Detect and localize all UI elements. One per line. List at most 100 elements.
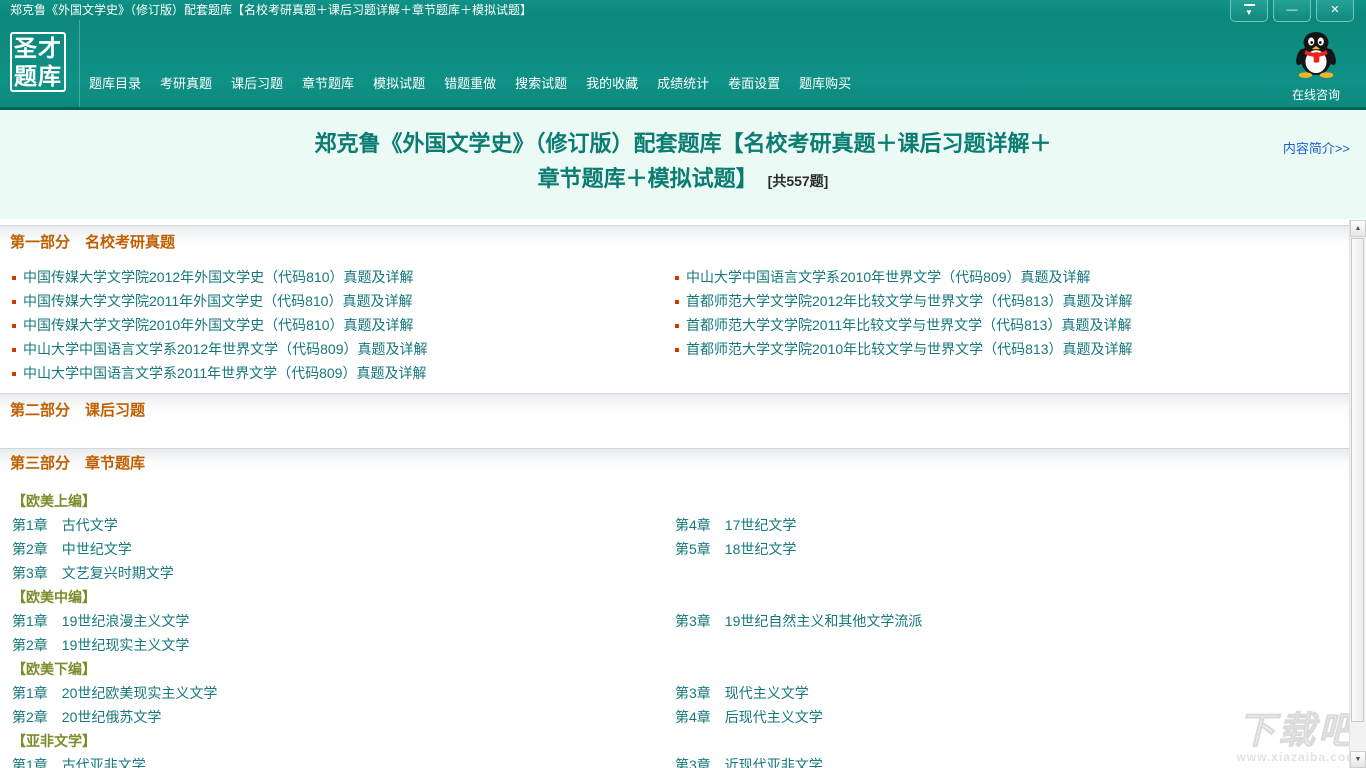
- vertical-scrollbar[interactable]: ▲ ▼: [1349, 220, 1366, 768]
- nav-item[interactable]: 搜索试题: [514, 71, 568, 94]
- bullet-icon: [12, 276, 16, 280]
- nav-item[interactable]: 我的收藏: [585, 71, 639, 94]
- app-logo: 圣才 题库: [10, 32, 66, 92]
- chapter-link[interactable]: 第4章 后现代主义文学: [675, 709, 823, 725]
- section-part3: 第三部分 章节题库 【欧美上编】 第1章 古代文学 第2章 中世纪文学第3章 文艺…: [0, 448, 1349, 768]
- content-intro-link[interactable]: 内容简介>>: [1283, 138, 1350, 157]
- exam-list-left: 中国传媒大学文学院2012年外国文学史（代码810）真题及详解 中国传媒大学文学…: [0, 265, 664, 385]
- exam-link[interactable]: 中国传媒大学文学院2011年外国文学史（代码810）真题及详解: [23, 293, 412, 309]
- logo-line1: 圣才: [14, 35, 62, 61]
- exam-link[interactable]: 中国传媒大学文学院2010年外国文学史（代码810）真题及详解: [23, 317, 414, 333]
- nav-item[interactable]: 成绩统计: [656, 71, 710, 94]
- part3-heading: 第三部分 章节题库: [10, 455, 146, 472]
- bullet-icon: [675, 276, 679, 280]
- chapter-link[interactable]: 第2章 中世纪文学: [12, 541, 132, 557]
- book-banner: 郑克鲁《外国文学史》（修订版）配套题库【名校考研真题＋课后习题详解＋ 章节题库＋…: [0, 110, 1366, 219]
- chapter-item: 第4章 后现代主义文学: [675, 705, 1349, 729]
- chapter-list-right: 第3章 19世纪自然主义和其他文学流派: [664, 609, 1349, 657]
- chapter-list-left: 第1章 古代亚非文学: [0, 753, 664, 768]
- chapter-item: 第2章 20世纪俄苏文学: [12, 705, 664, 729]
- group-title: 【亚非文学】: [12, 733, 96, 749]
- bullet-icon: [12, 372, 16, 376]
- scroll-down-button[interactable]: ▼: [1350, 751, 1366, 768]
- chapter-link[interactable]: 第5章 18世纪文学: [675, 541, 796, 557]
- exam-link[interactable]: 首都师范大学文学院2011年比较文学与世界文学（代码813）真题及详解: [686, 317, 1131, 333]
- close-icon: ✕: [1330, 4, 1340, 16]
- book-title-line2: 章节题库＋模拟试题】 [共557题]: [537, 166, 829, 191]
- list-item: 首都师范大学文学院2011年比较文学与世界文学（代码813）真题及详解: [675, 313, 1349, 337]
- content-area: 第一部分 名校考研真题 中国传媒大学文学院2012年外国文学史（代码810）真题…: [0, 219, 1349, 768]
- chapter-link[interactable]: 第1章 古代文学: [12, 517, 118, 533]
- nav-item[interactable]: 课后习题: [230, 71, 284, 94]
- book-title-line1: 郑克鲁《外国文学史》（修订版）配套题库【名校考研真题＋课后习题详解＋: [314, 131, 1052, 156]
- chapter-link[interactable]: 第2章 19世纪现实主义文学: [12, 637, 189, 653]
- list-item: 中山大学中国语言文学系2011年世界文学（代码809）真题及详解: [12, 361, 664, 385]
- chapter-group-oumei-zhong: 【欧美中编】 第1章 19世纪浪漫主义文学 第2章 19世纪现实主义文学 第3章 …: [0, 585, 1349, 657]
- nav-item[interactable]: 错题重做: [443, 71, 497, 94]
- window-menu-button[interactable]: ▼: [1230, 0, 1268, 22]
- scroll-up-icon: ▲: [1354, 225, 1362, 232]
- chapter-item: 第1章 19世纪浪漫主义文学: [12, 609, 664, 633]
- chapter-item: 第1章 古代文学: [12, 513, 664, 537]
- group-title: 【欧美上编】: [12, 493, 96, 509]
- chapter-group-oumei-xia: 【欧美下编】 第1章 20世纪欧美现实主义文学 第2章 20世纪俄苏文学 第3章 …: [0, 657, 1349, 729]
- chapter-list-left: 第1章 古代文学 第2章 中世纪文学第3章 文艺复兴时期文学: [0, 513, 664, 585]
- nav-item[interactable]: 考研真题: [159, 71, 213, 94]
- exam-link[interactable]: 中山大学中国语言文学系2012年世界文学（代码809）真题及详解: [23, 341, 428, 357]
- list-item: 中国传媒大学文学院2010年外国文学史（代码810）真题及详解: [12, 313, 664, 337]
- scroll-up-button[interactable]: ▲: [1350, 220, 1366, 237]
- bullet-icon: [675, 300, 679, 304]
- nav-item[interactable]: 章节题库: [301, 71, 355, 94]
- main-nav: 题库目录 考研真题 课后习题 章节题库 模拟试题 错题重做 搜索试题 我的收藏 …: [88, 71, 852, 94]
- section-part1: 第一部分 名校考研真题 中国传媒大学文学院2012年外国文学史（代码810）真题…: [0, 225, 1349, 393]
- chapter-link[interactable]: 第3章 文艺复兴时期文学: [12, 565, 174, 581]
- chapter-link[interactable]: 第3章 现代主义文学: [675, 685, 809, 701]
- exam-link[interactable]: 中山大学中国语言文学系2010年世界文学（代码809）真题及详解: [686, 269, 1091, 285]
- bullet-icon: [675, 348, 679, 352]
- chapter-list-left: 第1章 20世纪欧美现实主义文学 第2章 20世纪俄苏文学: [0, 681, 664, 729]
- nav-item[interactable]: 题库购买: [798, 71, 852, 94]
- list-item: 中国传媒大学文学院2012年外国文学史（代码810）真题及详解: [12, 265, 664, 289]
- chapter-item: 第2章 19世纪现实主义文学: [12, 633, 664, 657]
- window-controls: ▼ — ✕: [1230, 0, 1354, 22]
- minimize-button[interactable]: —: [1273, 0, 1311, 22]
- part2-heading: 第二部分 课后习题: [10, 402, 146, 419]
- menu-bar-icon: [1243, 3, 1255, 6]
- chapter-item: 第1章 20世纪欧美现实主义文学: [12, 681, 664, 705]
- chapter-list-right: 第3章 现代主义文学 第4章 后现代主义文学: [664, 681, 1349, 729]
- window-titlebar: 郑克鲁《外国文学史》（修订版）配套题库【名校考研真题＋课后习题详解＋章节题库＋模…: [0, 0, 1366, 20]
- nav-item[interactable]: 卷面设置: [727, 71, 781, 94]
- chapter-link[interactable]: 第3章 近现代亚非文学: [675, 757, 823, 768]
- chapter-link[interactable]: 第2章 20世纪俄苏文学: [12, 709, 161, 725]
- bullet-icon: [12, 300, 16, 304]
- list-item: 中山大学中国语言文学系2010年世界文学（代码809）真题及详解: [675, 265, 1349, 289]
- book-title: 郑克鲁《外国文学史》（修订版）配套题库【名校考研真题＋课后习题详解＋ 章节题库＋…: [0, 110, 1366, 199]
- exam-link[interactable]: 首都师范大学文学院2010年比较文学与世界文学（代码813）真题及详解: [686, 341, 1133, 357]
- question-count: [共557题]: [767, 173, 829, 189]
- chapter-link[interactable]: 第1章 20世纪欧美现实主义文学: [12, 685, 217, 701]
- app-header: 圣才 题库 题库目录 考研真题 课后习题 章节题库 模拟试题 错题重做 搜索试题…: [0, 20, 1366, 110]
- group-title: 【欧美下编】: [12, 661, 96, 677]
- list-item: 首都师范大学文学院2012年比较文学与世界文学（代码813）真题及详解: [675, 289, 1349, 313]
- chapter-item: 第1章 古代亚非文学: [12, 753, 664, 768]
- qq-penguin-icon: [1296, 31, 1336, 78]
- close-button[interactable]: ✕: [1316, 0, 1354, 22]
- nav-item[interactable]: 模拟试题: [372, 71, 426, 94]
- chapter-item: 第3章 近现代亚非文学: [675, 753, 1349, 768]
- chapter-group-oumei-shang: 【欧美上编】 第1章 古代文学 第2章 中世纪文学第3章 文艺复兴时期文学 第4章…: [0, 489, 1349, 585]
- exam-link[interactable]: 首都师范大学文学院2012年比较文学与世界文学（代码813）真题及详解: [686, 293, 1133, 309]
- chapter-item: 第3章 现代主义文学: [675, 681, 1349, 705]
- online-consult[interactable]: 在线咨询: [1278, 30, 1354, 103]
- scrollbar-thumb[interactable]: [1351, 238, 1364, 722]
- exam-link[interactable]: 中国传媒大学文学院2012年外国文学史（代码810）真题及详解: [23, 269, 414, 285]
- chapter-link[interactable]: 第1章 古代亚非文学: [12, 757, 146, 768]
- group-title: 【欧美中编】: [12, 589, 96, 605]
- exam-link[interactable]: 中山大学中国语言文学系2011年世界文学（代码809）真题及详解: [23, 365, 426, 381]
- chapter-list-right: 第4章 17世纪文学 第5章 18世纪文学: [664, 513, 1349, 585]
- chapter-link[interactable]: 第4章 17世纪文学: [675, 517, 796, 533]
- chapter-link[interactable]: 第3章 19世纪自然主义和其他文学流派: [675, 613, 922, 629]
- nav-item[interactable]: 题库目录: [88, 71, 142, 94]
- part1-lists: 中国传媒大学文学院2012年外国文学史（代码810）真题及详解 中国传媒大学文学…: [0, 265, 1349, 385]
- chapter-link[interactable]: 第1章 19世纪浪漫主义文学: [12, 613, 189, 629]
- consult-label[interactable]: 在线咨询: [1278, 86, 1354, 103]
